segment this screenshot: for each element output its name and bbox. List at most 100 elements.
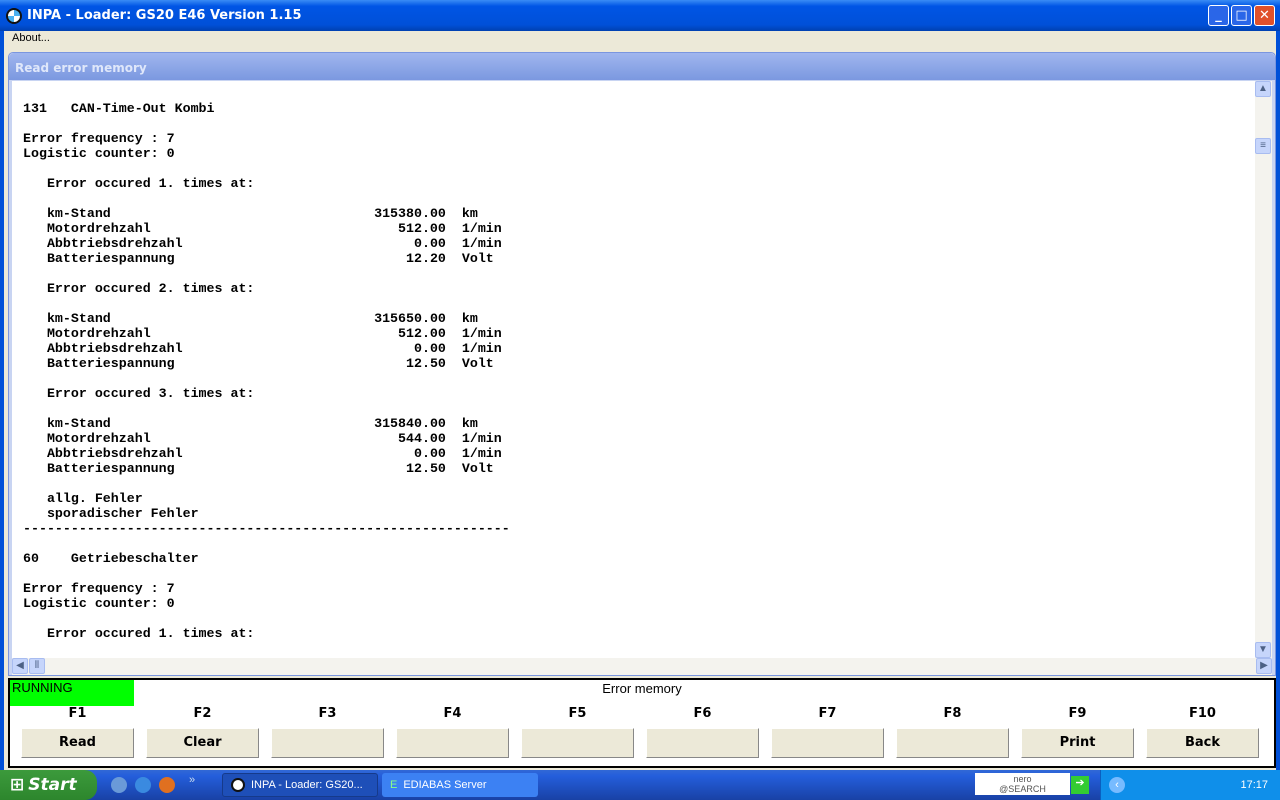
menu-about[interactable]: About...: [12, 32, 50, 44]
fkey-button-f7[interactable]: [771, 728, 884, 758]
measurement-row: Batteriespannung 12.50 Volt: [23, 356, 1255, 371]
measurement-row: Abbtriebsdrehzahl 0.00 1/min: [23, 236, 1255, 251]
text-line: [23, 296, 1255, 311]
measurement-value: 512.00: [398, 326, 446, 341]
fkey-label: F6: [693, 706, 712, 721]
measurement-unit: Volt: [461, 251, 494, 266]
measurement-value: 12.20: [406, 251, 446, 266]
status-title: Error memory: [602, 681, 682, 696]
scroll-right-icon[interactable]: ▶: [1256, 658, 1272, 674]
fkey-button-f3[interactable]: [271, 728, 384, 758]
fkey-label: F5: [568, 706, 587, 721]
measurement-value: 0.00: [413, 236, 446, 251]
window-title: INPA - Loader: GS20 E46 Version 1.15: [27, 8, 302, 23]
main-frame: Read error memory 131 CAN-Time-Out Kombi…: [0, 48, 1280, 770]
maximize-button[interactable]: □: [1231, 5, 1252, 26]
measurement-label: Motordrehzahl: [46, 221, 151, 236]
measurement-label: Motordrehzahl: [46, 431, 151, 446]
task-inpa[interactable]: INPA - Loader: GS20...: [222, 773, 378, 797]
fkey-label: F8: [943, 706, 962, 721]
scroll-up-icon[interactable]: ▲: [1255, 81, 1271, 97]
measurement-value: 0.00: [413, 446, 446, 461]
arrow-icon[interactable]: ➔: [1071, 776, 1089, 794]
measurement-row: Abbtriebsdrehzahl 0.00 1/min: [23, 341, 1255, 356]
start-button[interactable]: ⊞ Start: [0, 770, 97, 800]
measurement-row: Batteriespannung 12.20 Volt: [23, 251, 1255, 266]
fkey-label: F3: [318, 706, 337, 721]
measurement-label: km-Stand: [46, 311, 111, 326]
nero-search-box[interactable]: nero @SEARCH: [975, 773, 1070, 795]
fkey-label: F2: [193, 706, 212, 721]
text-line: [23, 476, 1255, 491]
internet-explorer-icon[interactable]: [135, 777, 151, 793]
fkey-label: F4: [443, 706, 462, 721]
measurement-row: Motordrehzahl 512.00 1/min: [23, 221, 1255, 236]
measurement-value: 512.00: [398, 221, 446, 236]
fkey-button-print[interactable]: Print: [1021, 728, 1134, 758]
title-bar: INPA - Loader: GS20 E46 Version 1.15 _ □…: [0, 0, 1280, 31]
text-line: Error occured 2. times at:: [23, 281, 255, 296]
text-line: [23, 266, 1255, 281]
fkey-button-read[interactable]: Read: [21, 728, 134, 758]
panel-title: Read error memory: [9, 53, 1275, 80]
measurement-label: Batteriespannung: [46, 461, 175, 476]
horizontal-scrollbar[interactable]: ◀ ⦀ ▶: [12, 658, 1272, 675]
measurement-unit: km: [461, 206, 478, 221]
bmw-logo-icon: [231, 778, 245, 792]
text-line: Error frequency : 7: [23, 131, 175, 146]
fkey-button-clear[interactable]: Clear: [146, 728, 259, 758]
close-button[interactable]: ✕: [1254, 5, 1275, 26]
measurement-label: Abbtriebsdrehzahl: [46, 446, 183, 461]
error-text-area[interactable]: 131 CAN-Time-Out Kombi Error frequency : …: [12, 81, 1255, 658]
measurement-row: km-Stand 315650.00 km: [23, 311, 1255, 326]
text-line: Error occured 1. times at:: [23, 626, 255, 641]
fkey-button-f5[interactable]: [521, 728, 634, 758]
fkey-button-f8[interactable]: [896, 728, 1009, 758]
measurement-row: km-Stand 315840.00 km: [23, 416, 1255, 431]
quicklaunch-overflow[interactable]: »: [189, 774, 195, 786]
text-line: [23, 611, 1255, 626]
show-hidden-icons[interactable]: ‹: [1109, 777, 1125, 793]
fkey-button-f6[interactable]: [646, 728, 759, 758]
text-line: 131 CAN-Time-Out Kombi: [23, 101, 215, 116]
measurement-value: 0.00: [413, 341, 446, 356]
text-line: 60 Getriebeschalter: [23, 551, 199, 566]
measurement-unit: 1/min: [461, 431, 502, 446]
fkey-button-f4[interactable]: [396, 728, 509, 758]
measurement-unit: Volt: [461, 461, 494, 476]
measurement-row: Abbtriebsdrehzahl 0.00 1/min: [23, 446, 1255, 461]
firefox-icon[interactable]: [159, 777, 175, 793]
measurement-row: Motordrehzahl 512.00 1/min: [23, 326, 1255, 341]
minimize-button[interactable]: _: [1208, 5, 1229, 26]
measurement-value: 544.00: [398, 431, 446, 446]
taskbar: ⊞ Start » INPA - Loader: GS20... E EDIABAS…: [0, 770, 1280, 800]
vertical-scrollbar[interactable]: ▲ ≡ ▼: [1255, 81, 1272, 658]
measurement-label: Abbtriebsdrehzahl: [46, 236, 183, 251]
text-line: Logistic counter: 0: [23, 146, 175, 161]
measurement-unit: 1/min: [461, 326, 502, 341]
measurement-row: Batteriespannung 12.50 Volt: [23, 461, 1255, 476]
measurement-value: 12.50: [406, 356, 446, 371]
hscroll-thumb[interactable]: ⦀: [29, 658, 45, 674]
task-ediabas[interactable]: E EDIABAS Server: [382, 773, 538, 797]
text-line: Error occured 1. times at:: [23, 176, 255, 191]
bmw-logo-icon: [6, 7, 22, 24]
measurement-unit: km: [461, 311, 478, 326]
fkey-button-back[interactable]: Back: [1146, 728, 1259, 758]
text-line: Error frequency : 7: [23, 581, 175, 596]
measurement-unit: 1/min: [461, 446, 502, 461]
measurement-value: 315840.00: [374, 416, 446, 431]
scroll-thumb[interactable]: ≡: [1255, 138, 1271, 154]
clock: 17:17: [1240, 779, 1268, 791]
system-tray: ➔ ‹ 17:17: [1071, 770, 1280, 800]
measurement-unit: 1/min: [461, 341, 502, 356]
text-line: [23, 191, 1255, 206]
error-memory-panel: Read error memory 131 CAN-Time-Out Kombi…: [8, 52, 1276, 676]
scroll-down-icon[interactable]: ▼: [1255, 642, 1271, 658]
desktop-quicklaunch-icon[interactable]: [111, 777, 127, 793]
measurement-value: 12.50: [406, 461, 446, 476]
text-line: allg. Fehler: [23, 491, 143, 506]
ediabas-icon: E: [390, 779, 398, 791]
scroll-left-icon[interactable]: ◀: [12, 658, 28, 674]
text-line: [23, 401, 1255, 416]
